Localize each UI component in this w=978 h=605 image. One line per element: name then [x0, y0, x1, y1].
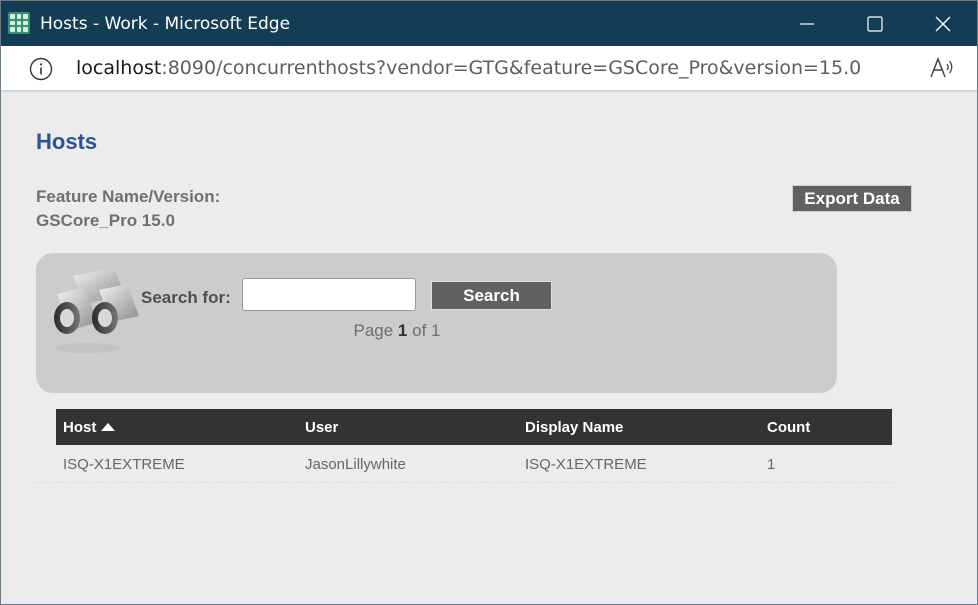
search-panel: Search for: Search Page 1 of 1 [36, 253, 837, 393]
hosts-table: Host User Display Name Count ISQ-X1EXTRE… [36, 409, 892, 483]
cell-display-name: ISQ-X1EXTREME [525, 456, 647, 473]
browser-window: Hosts - Work - Microsoft Edge localhost:… [0, 0, 978, 605]
pager-prefix: Page [353, 321, 394, 340]
column-header-count[interactable]: Count [767, 409, 810, 445]
pager: Page 1 of 1 [36, 321, 758, 341]
app-grid-icon [8, 12, 30, 34]
search-label: Search for: [141, 288, 231, 307]
feature-value: GSCore_Pro 15.0 [36, 211, 175, 230]
url-path: :8090/concurrenthosts?vendor=GTG&feature… [161, 57, 862, 79]
column-header-display-name[interactable]: Display Name [525, 409, 623, 445]
read-aloud-icon[interactable] [929, 56, 955, 80]
binoculars-icon [54, 268, 139, 353]
maximize-icon [867, 15, 883, 32]
cell-host: ISQ-X1EXTREME [63, 456, 185, 473]
page-title: Hosts [36, 129, 98, 154]
column-header-host-label: Host [63, 419, 97, 436]
maximize-button[interactable] [841, 1, 909, 46]
address-bar-shadow [1, 90, 977, 93]
minimize-icon [800, 22, 814, 25]
pager-of: of [412, 321, 427, 340]
table-header: Host User Display Name Count [56, 409, 892, 445]
window-title: Hosts - Work - Microsoft Edge [40, 14, 291, 34]
table-row[interactable]: ISQ-X1EXTREME JasonLillywhite ISQ-X1EXTR… [36, 445, 892, 483]
search-button[interactable]: Search [431, 281, 552, 310]
cell-count: 1 [767, 456, 776, 473]
title-bar[interactable]: Hosts - Work - Microsoft Edge [1, 1, 977, 46]
url-text[interactable]: localhost:8090/concurrenthosts?vendor=GT… [76, 56, 861, 80]
column-header-host[interactable]: Host [63, 409, 116, 445]
feature-label: Feature Name/Version: [36, 187, 221, 206]
close-button[interactable] [909, 1, 977, 46]
sort-ascending-icon [101, 423, 116, 431]
info-icon[interactable] [29, 57, 53, 81]
url-host: localhost [76, 57, 162, 79]
search-input[interactable] [242, 278, 416, 311]
address-bar[interactable]: localhost:8090/concurrenthosts?vendor=GT… [1, 46, 977, 91]
column-header-user[interactable]: User [305, 409, 338, 445]
minimize-button[interactable] [773, 1, 841, 46]
pager-current: 1 [397, 321, 408, 340]
export-data-button[interactable]: Export Data [792, 185, 912, 212]
close-icon [935, 16, 951, 31]
pager-total: 1 [431, 321, 441, 340]
cell-user: JasonLillywhite [305, 456, 406, 473]
